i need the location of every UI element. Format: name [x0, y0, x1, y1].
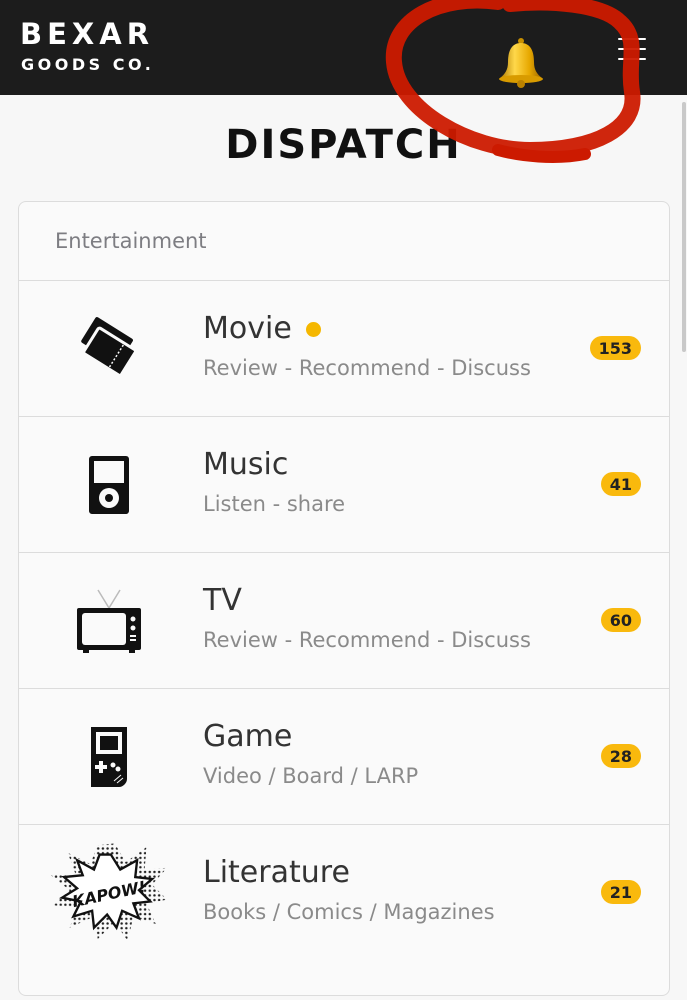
count-badge: 21: [600, 880, 641, 904]
category-title: Literature: [203, 855, 350, 890]
count-badge: 153: [589, 336, 641, 360]
television-icon: [49, 575, 169, 667]
category-title: Music: [203, 447, 289, 482]
category-title: Movie: [203, 311, 321, 346]
count-badge: 41: [600, 472, 641, 496]
page-title: DISPATCH: [225, 122, 462, 168]
count-badge: 60: [600, 608, 641, 632]
category-row-movie[interactable]: Movie Review - Recommend - Discuss 153: [19, 281, 669, 417]
category-title: Game: [203, 719, 293, 754]
category-subtitle: Books / Comics / Magazines: [203, 900, 495, 924]
brand-name[interactable]: BEXAR: [20, 18, 154, 50]
brand-tagline[interactable]: GOODS CO.: [21, 55, 154, 75]
top-header: BEXAR GOODS CO.: [0, 0, 687, 95]
bell-icon[interactable]: [494, 36, 548, 90]
category-row-tv[interactable]: TV Review - Recommend - Discuss 60: [19, 553, 669, 689]
handheld-game-icon: [49, 711, 169, 803]
count-badge: 28: [600, 744, 641, 768]
category-row-music[interactable]: Music Listen - share 41: [19, 417, 669, 553]
section-header: Entertainment: [19, 202, 669, 281]
kapow-comic-icon: KAPOW!: [49, 843, 169, 941]
category-subtitle: Review - Recommend - Discuss: [203, 628, 531, 652]
music-player-icon: [49, 439, 169, 531]
unread-indicator: [305, 322, 321, 337]
category-subtitle: Video / Board / LARP: [203, 764, 419, 788]
category-card: Entertainment Movie Review - Recommend -…: [18, 201, 670, 996]
category-subtitle: Listen - share: [203, 492, 346, 516]
category-subtitle: Review - Recommend - Discuss: [203, 356, 531, 380]
category-row-literature[interactable]: KAPOW! Literature Books / Comics / Magaz…: [19, 825, 669, 960]
hamburger-menu-icon[interactable]: [614, 36, 650, 62]
category-title: TV: [203, 583, 242, 618]
category-row-game[interactable]: Game Video / Board / LARP 28: [19, 689, 669, 825]
scrollbar[interactable]: [682, 102, 686, 352]
ticket-icon: [49, 303, 169, 395]
